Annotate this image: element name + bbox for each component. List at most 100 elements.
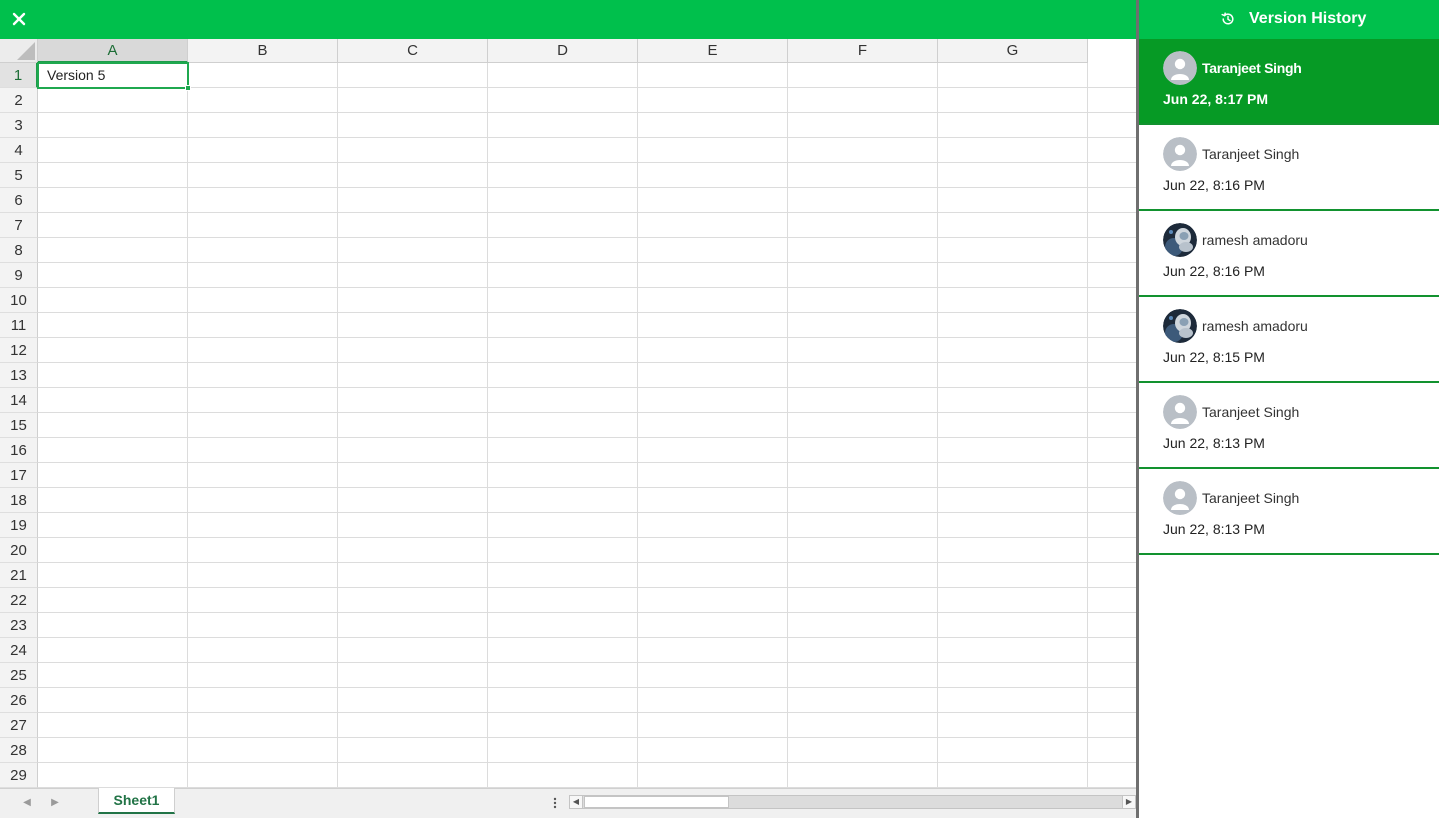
cell[interactable] <box>638 563 788 588</box>
cell[interactable] <box>938 563 1088 588</box>
cell[interactable] <box>938 163 1088 188</box>
version-history-item[interactable]: Taranjeet Singh Jun 22, 8:13 PM <box>1139 383 1439 469</box>
cell[interactable] <box>188 263 338 288</box>
cell[interactable] <box>638 413 788 438</box>
cell[interactable] <box>38 738 188 763</box>
scroll-left-arrow-icon[interactable]: ◀ <box>570 796 583 808</box>
row-header-26[interactable]: 26 <box>0 688 38 713</box>
cell[interactable] <box>488 288 638 313</box>
cell[interactable] <box>788 288 938 313</box>
version-history-item[interactable]: Taranjeet Singh Jun 22, 8:17 PM <box>1139 39 1439 125</box>
cell[interactable] <box>188 413 338 438</box>
cell[interactable] <box>188 63 338 88</box>
cell[interactable] <box>488 88 638 113</box>
cell[interactable] <box>488 113 638 138</box>
cell[interactable] <box>938 488 1088 513</box>
cell[interactable] <box>338 238 488 263</box>
cell[interactable] <box>938 538 1088 563</box>
cell[interactable] <box>938 263 1088 288</box>
cell[interactable] <box>638 238 788 263</box>
cell[interactable] <box>788 538 938 563</box>
cell[interactable] <box>488 538 638 563</box>
cell[interactable] <box>488 663 638 688</box>
row-header-20[interactable]: 20 <box>0 538 38 563</box>
row-header-2[interactable]: 2 <box>0 88 38 113</box>
cell[interactable] <box>188 638 338 663</box>
cell[interactable] <box>38 563 188 588</box>
cell[interactable] <box>338 363 488 388</box>
cell[interactable] <box>188 363 338 388</box>
cell[interactable] <box>338 413 488 438</box>
select-all-corner[interactable] <box>0 39 38 63</box>
cell[interactable] <box>938 438 1088 463</box>
cell[interactable] <box>788 613 938 638</box>
cell[interactable] <box>1088 588 1137 613</box>
cell[interactable] <box>188 313 338 338</box>
cell[interactable] <box>638 713 788 738</box>
row-header-29[interactable]: 29 <box>0 763 38 788</box>
cell[interactable] <box>1088 88 1137 113</box>
prev-sheet-arrow-icon[interactable]: ◀ <box>20 796 34 810</box>
cell[interactable] <box>488 363 638 388</box>
cell[interactable] <box>938 338 1088 363</box>
cell[interactable] <box>1088 388 1137 413</box>
cell[interactable] <box>488 763 638 788</box>
cell[interactable] <box>938 663 1088 688</box>
row-header-12[interactable]: 12 <box>0 338 38 363</box>
spreadsheet-grid[interactable]: ABCDEFG 1 2 3 4 5 6 7 8 9 10 11 12 13 14 15 16 17 18 19 20 2… <box>0 39 1137 788</box>
row-header-18[interactable]: 18 <box>0 488 38 513</box>
version-history-item[interactable]: ramesh amadoru Jun 22, 8:16 PM <box>1139 211 1439 297</box>
cell[interactable] <box>488 638 638 663</box>
cell[interactable] <box>488 738 638 763</box>
cell[interactable] <box>488 313 638 338</box>
cell[interactable] <box>788 713 938 738</box>
cell[interactable] <box>38 688 188 713</box>
cell[interactable] <box>188 663 338 688</box>
cell[interactable] <box>338 338 488 363</box>
cell[interactable] <box>338 313 488 338</box>
row-header-25[interactable]: 25 <box>0 663 38 688</box>
cell[interactable] <box>488 263 638 288</box>
cell[interactable] <box>638 688 788 713</box>
column-header-e[interactable]: E <box>638 39 788 63</box>
cell[interactable] <box>788 688 938 713</box>
cell-a1[interactable]: Version 5 <box>38 63 188 88</box>
cell[interactable] <box>788 563 938 588</box>
cell[interactable] <box>338 288 488 313</box>
cell[interactable] <box>338 263 488 288</box>
cell[interactable] <box>38 613 188 638</box>
sheet-tab-sheet1[interactable]: Sheet1 <box>98 788 175 814</box>
row-header-6[interactable]: 6 <box>0 188 38 213</box>
row-header-23[interactable]: 23 <box>0 613 38 638</box>
cell[interactable] <box>1088 213 1137 238</box>
cell[interactable] <box>38 338 188 363</box>
cell[interactable] <box>788 338 938 363</box>
cell[interactable] <box>638 388 788 413</box>
cell[interactable] <box>938 238 1088 263</box>
cell[interactable] <box>488 188 638 213</box>
scrollbar-thumb[interactable] <box>584 796 729 808</box>
cell[interactable] <box>338 613 488 638</box>
cell[interactable] <box>38 263 188 288</box>
row-header-4[interactable]: 4 <box>0 138 38 163</box>
cell[interactable] <box>638 188 788 213</box>
version-history-item[interactable]: Taranjeet Singh Jun 22, 8:16 PM <box>1139 125 1439 211</box>
cell[interactable] <box>788 588 938 613</box>
cell[interactable] <box>638 138 788 163</box>
cell[interactable] <box>338 563 488 588</box>
cell[interactable] <box>38 213 188 238</box>
cell[interactable] <box>338 738 488 763</box>
cell[interactable] <box>788 638 938 663</box>
cell[interactable] <box>638 763 788 788</box>
cell[interactable] <box>188 388 338 413</box>
row-header-22[interactable]: 22 <box>0 588 38 613</box>
cell[interactable] <box>488 463 638 488</box>
cell[interactable] <box>188 88 338 113</box>
row-header-11[interactable]: 11 <box>0 313 38 338</box>
cell[interactable] <box>938 513 1088 538</box>
scroll-right-arrow-icon[interactable]: ▶ <box>1122 796 1135 808</box>
cell[interactable] <box>338 438 488 463</box>
cell[interactable] <box>638 338 788 363</box>
cell[interactable] <box>788 438 938 463</box>
cell[interactable] <box>338 588 488 613</box>
